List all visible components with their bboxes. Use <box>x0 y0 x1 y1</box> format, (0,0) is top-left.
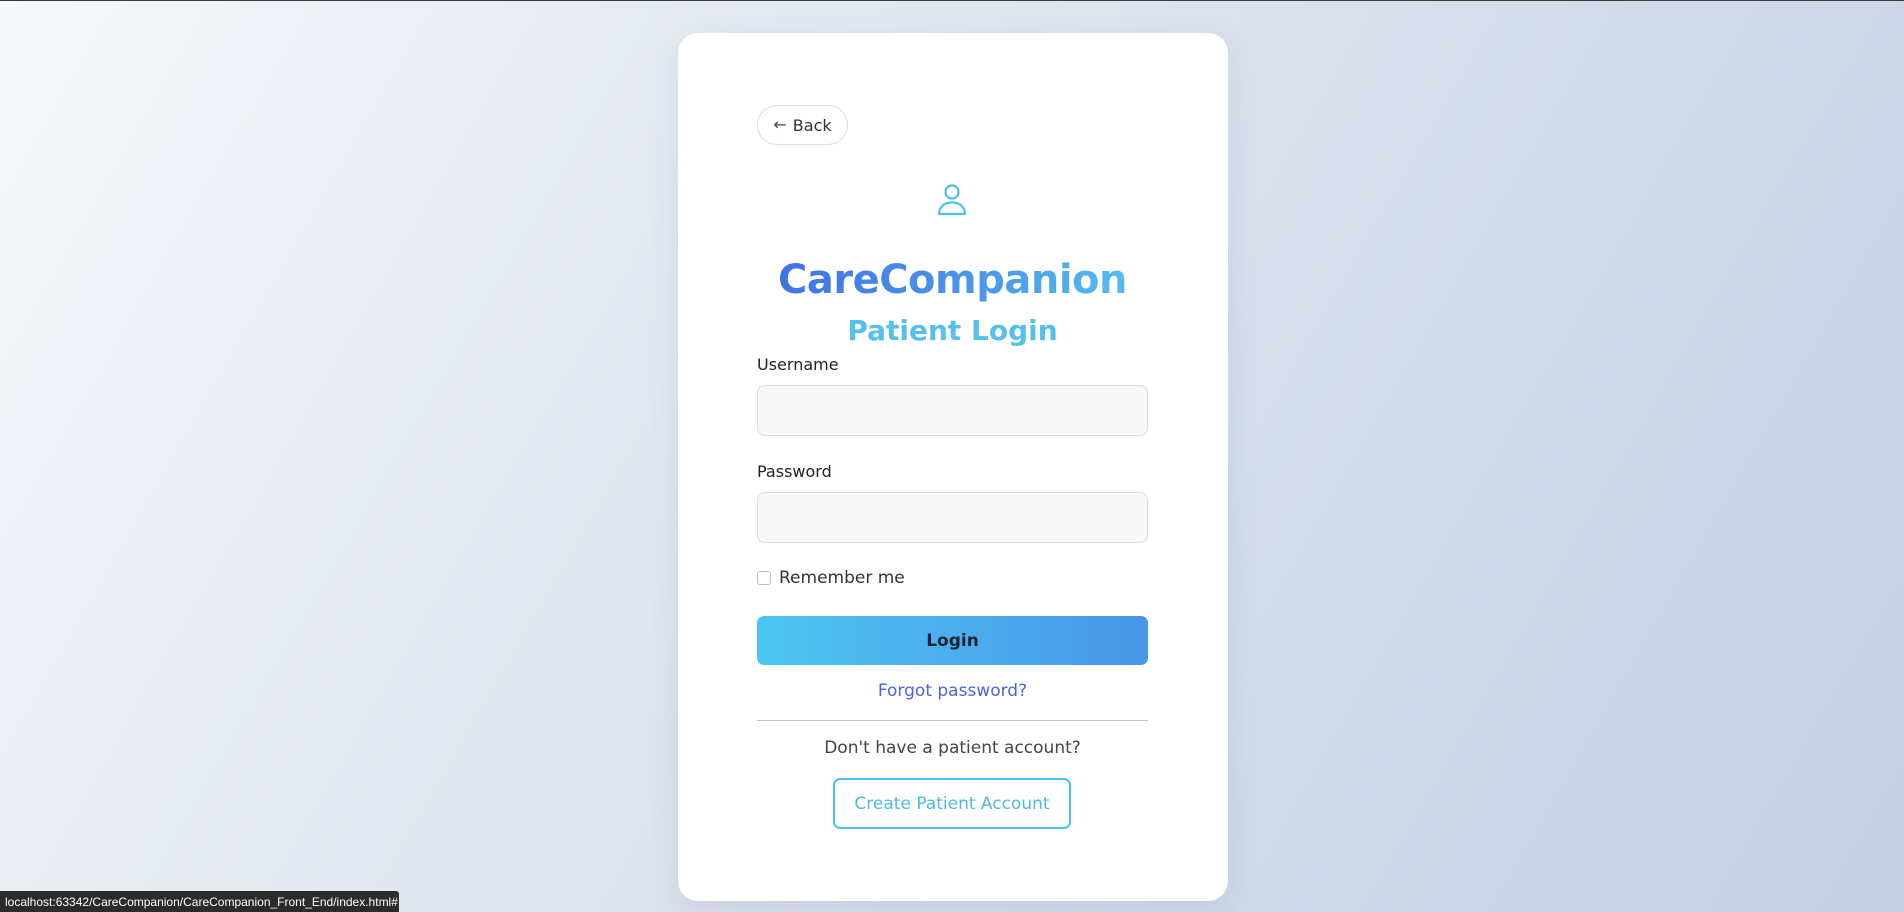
page-subtitle: Patient Login <box>847 314 1058 347</box>
signup-prompt: Don't have a patient account? <box>824 738 1081 758</box>
browser-status-bar: localhost:63342/CareCompanion/CareCompan… <box>0 891 399 912</box>
back-button-label: Back <box>792 115 832 135</box>
username-input[interactable] <box>757 385 1148 436</box>
login-card: ← Back CareCompanion Patient Login Usern… <box>678 33 1228 901</box>
window-top-border <box>0 0 1904 1</box>
create-account-button[interactable]: Create Patient Account <box>833 778 1071 829</box>
arrow-left-icon: ← <box>773 115 787 134</box>
username-label: Username <box>757 355 839 374</box>
remember-me-checkbox[interactable] <box>757 571 771 585</box>
divider <box>757 720 1148 721</box>
user-icon <box>937 184 967 216</box>
back-button[interactable]: ← Back <box>757 105 848 145</box>
password-input[interactable] <box>757 492 1148 543</box>
login-button[interactable]: Login <box>757 616 1148 665</box>
brand-title: CareCompanion <box>757 257 1148 303</box>
password-label: Password <box>757 462 832 481</box>
remember-me-label: Remember me <box>779 568 905 588</box>
remember-me[interactable]: Remember me <box>757 568 905 588</box>
status-url: localhost:63342/CareCompanion/CareCompan… <box>5 894 398 909</box>
forgot-password-link[interactable]: Forgot password? <box>757 681 1148 701</box>
